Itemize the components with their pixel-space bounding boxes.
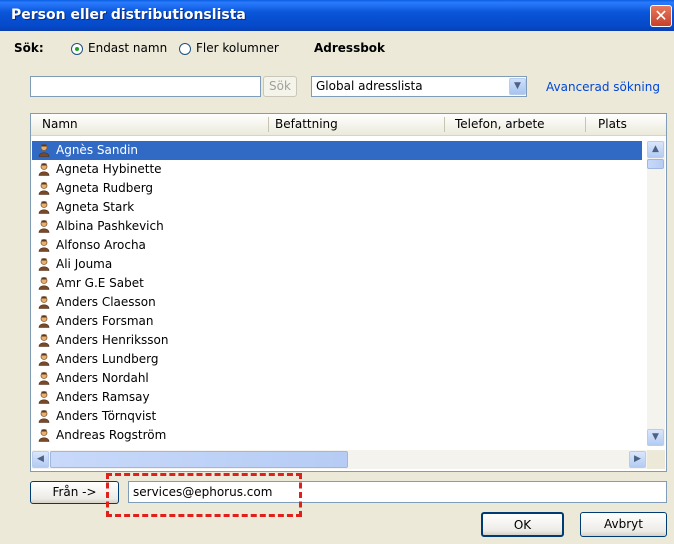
person-icon — [38, 353, 50, 366]
list-item[interactable]: Agneta Stark — [32, 198, 642, 217]
highlight-annotation — [106, 473, 302, 517]
contact-name: Anders Lundberg — [56, 352, 159, 366]
contact-name: Anders Nordahl — [56, 371, 149, 385]
column-separator[interactable] — [268, 117, 269, 132]
more-columns-label[interactable]: Fler kolumner — [196, 41, 279, 55]
list-item[interactable]: Albina Pashkevich — [32, 217, 642, 236]
person-icon — [38, 220, 50, 233]
contact-name: Andreas Rogström — [56, 428, 167, 442]
search-button[interactable]: Sök — [263, 76, 297, 97]
person-icon — [38, 315, 50, 328]
name-only-radio[interactable] — [71, 43, 83, 55]
contact-name: Agnès Sandin — [56, 143, 139, 157]
contact-name: Anders Ramsay — [56, 390, 150, 404]
contact-name: Ali Jouma — [56, 257, 113, 271]
list-item[interactable]: Anders Forsman — [32, 312, 642, 331]
addressbook-value: Global adresslista — [316, 79, 423, 93]
list-item[interactable]: Anders Ramsay — [32, 388, 642, 407]
person-icon — [38, 182, 50, 195]
vertical-scroll-thumb[interactable] — [647, 159, 664, 169]
addressbook-select[interactable]: Global adresslista ▼ — [311, 76, 527, 97]
list-item[interactable]: Ali Jouma — [32, 255, 642, 274]
person-icon — [38, 144, 50, 157]
column-header-row: Namn Befattning Telefon, arbete Plats — [31, 114, 666, 136]
list-item[interactable]: Anders Lundberg — [32, 350, 642, 369]
search-label: Sök: — [14, 41, 44, 55]
contact-name: Albina Pashkevich — [56, 219, 164, 233]
person-icon — [38, 201, 50, 214]
person-icon — [38, 258, 50, 271]
advanced-search-link[interactable]: Avancerad sökning — [546, 80, 660, 94]
person-icon — [38, 429, 50, 442]
person-icon — [38, 296, 50, 309]
person-icon — [38, 391, 50, 404]
list-item[interactable]: Anders Nordahl — [32, 369, 642, 388]
contact-name: Agneta Stark — [56, 200, 135, 214]
close-icon: ✕ — [654, 6, 668, 25]
column-separator[interactable] — [585, 117, 586, 132]
ok-button[interactable]: OK — [481, 512, 564, 537]
list-item[interactable]: Anders Henriksson — [32, 331, 642, 350]
scroll-corner — [647, 450, 665, 469]
scroll-left-icon[interactable]: ◀ — [32, 451, 49, 468]
scroll-right-icon[interactable]: ▶ — [629, 451, 646, 468]
contact-name: Anders Forsman — [56, 314, 154, 328]
list-item[interactable]: Agneta Hybinette — [32, 160, 642, 179]
title-bar[interactable]: Person eller distributionslista ✕ — [0, 0, 674, 31]
person-icon — [38, 334, 50, 347]
horizontal-scrollbar[interactable]: ◀ ▶ — [32, 450, 647, 469]
scroll-up-icon[interactable]: ▲ — [647, 141, 664, 158]
person-icon — [38, 410, 50, 423]
contact-name: Amr G.E Sabet — [56, 276, 144, 290]
contact-name: Agneta Rudberg — [56, 181, 154, 195]
column-title[interactable]: Befattning — [275, 117, 338, 131]
list-item[interactable]: Agnès Sandin — [32, 141, 642, 160]
more-columns-radio[interactable] — [179, 43, 191, 55]
scroll-down-icon[interactable]: ▼ — [647, 429, 664, 446]
vertical-scrollbar[interactable]: ▲ ▼ — [647, 141, 665, 446]
column-separator[interactable] — [444, 117, 445, 132]
contact-list[interactable]: Namn Befattning Telefon, arbete Plats Ag… — [30, 113, 667, 472]
list-item[interactable]: Andrew Gasson — [32, 445, 642, 446]
contact-name: Andrew Gasson — [56, 445, 149, 446]
addressbook-label: Adressbok — [314, 41, 386, 55]
list-item[interactable]: Agneta Rudberg — [32, 179, 642, 198]
chevron-down-icon[interactable]: ▼ — [509, 78, 526, 95]
person-icon — [38, 239, 50, 252]
column-name[interactable]: Namn — [42, 117, 78, 131]
search-input[interactable] — [30, 76, 261, 97]
contact-name: Agneta Hybinette — [56, 162, 162, 176]
person-icon — [38, 372, 50, 385]
contact-name: Anders Henriksson — [56, 333, 169, 347]
person-icon — [38, 163, 50, 176]
horizontal-scroll-thumb[interactable] — [50, 451, 348, 468]
list-item[interactable]: Andreas Rogström — [32, 426, 642, 445]
contact-name: Anders Claesson — [56, 295, 156, 309]
close-button[interactable]: ✕ — [650, 5, 672, 27]
list-item[interactable]: Anders Claesson — [32, 293, 642, 312]
list-item[interactable]: Alfonso Arocha — [32, 236, 642, 255]
cancel-button[interactable]: Avbryt — [580, 512, 667, 537]
person-icon — [38, 277, 50, 290]
dialog-window: Person eller distributionslista ✕ Sök: E… — [0, 0, 674, 544]
contact-name: Anders Törnqvist — [56, 409, 157, 423]
list-item[interactable]: Anders Törnqvist — [32, 407, 642, 426]
name-only-label[interactable]: Endast namn — [88, 41, 167, 55]
column-phone[interactable]: Telefon, arbete — [455, 117, 545, 131]
window-title: Person eller distributionslista — [11, 7, 246, 23]
contact-rows: Agnès Sandin Agneta Hybinette Agneta Rudbe… — [32, 141, 642, 446]
contact-name: Alfonso Arocha — [56, 238, 146, 252]
column-location[interactable]: Plats — [598, 117, 627, 131]
list-item[interactable]: Amr G.E Sabet — [32, 274, 642, 293]
